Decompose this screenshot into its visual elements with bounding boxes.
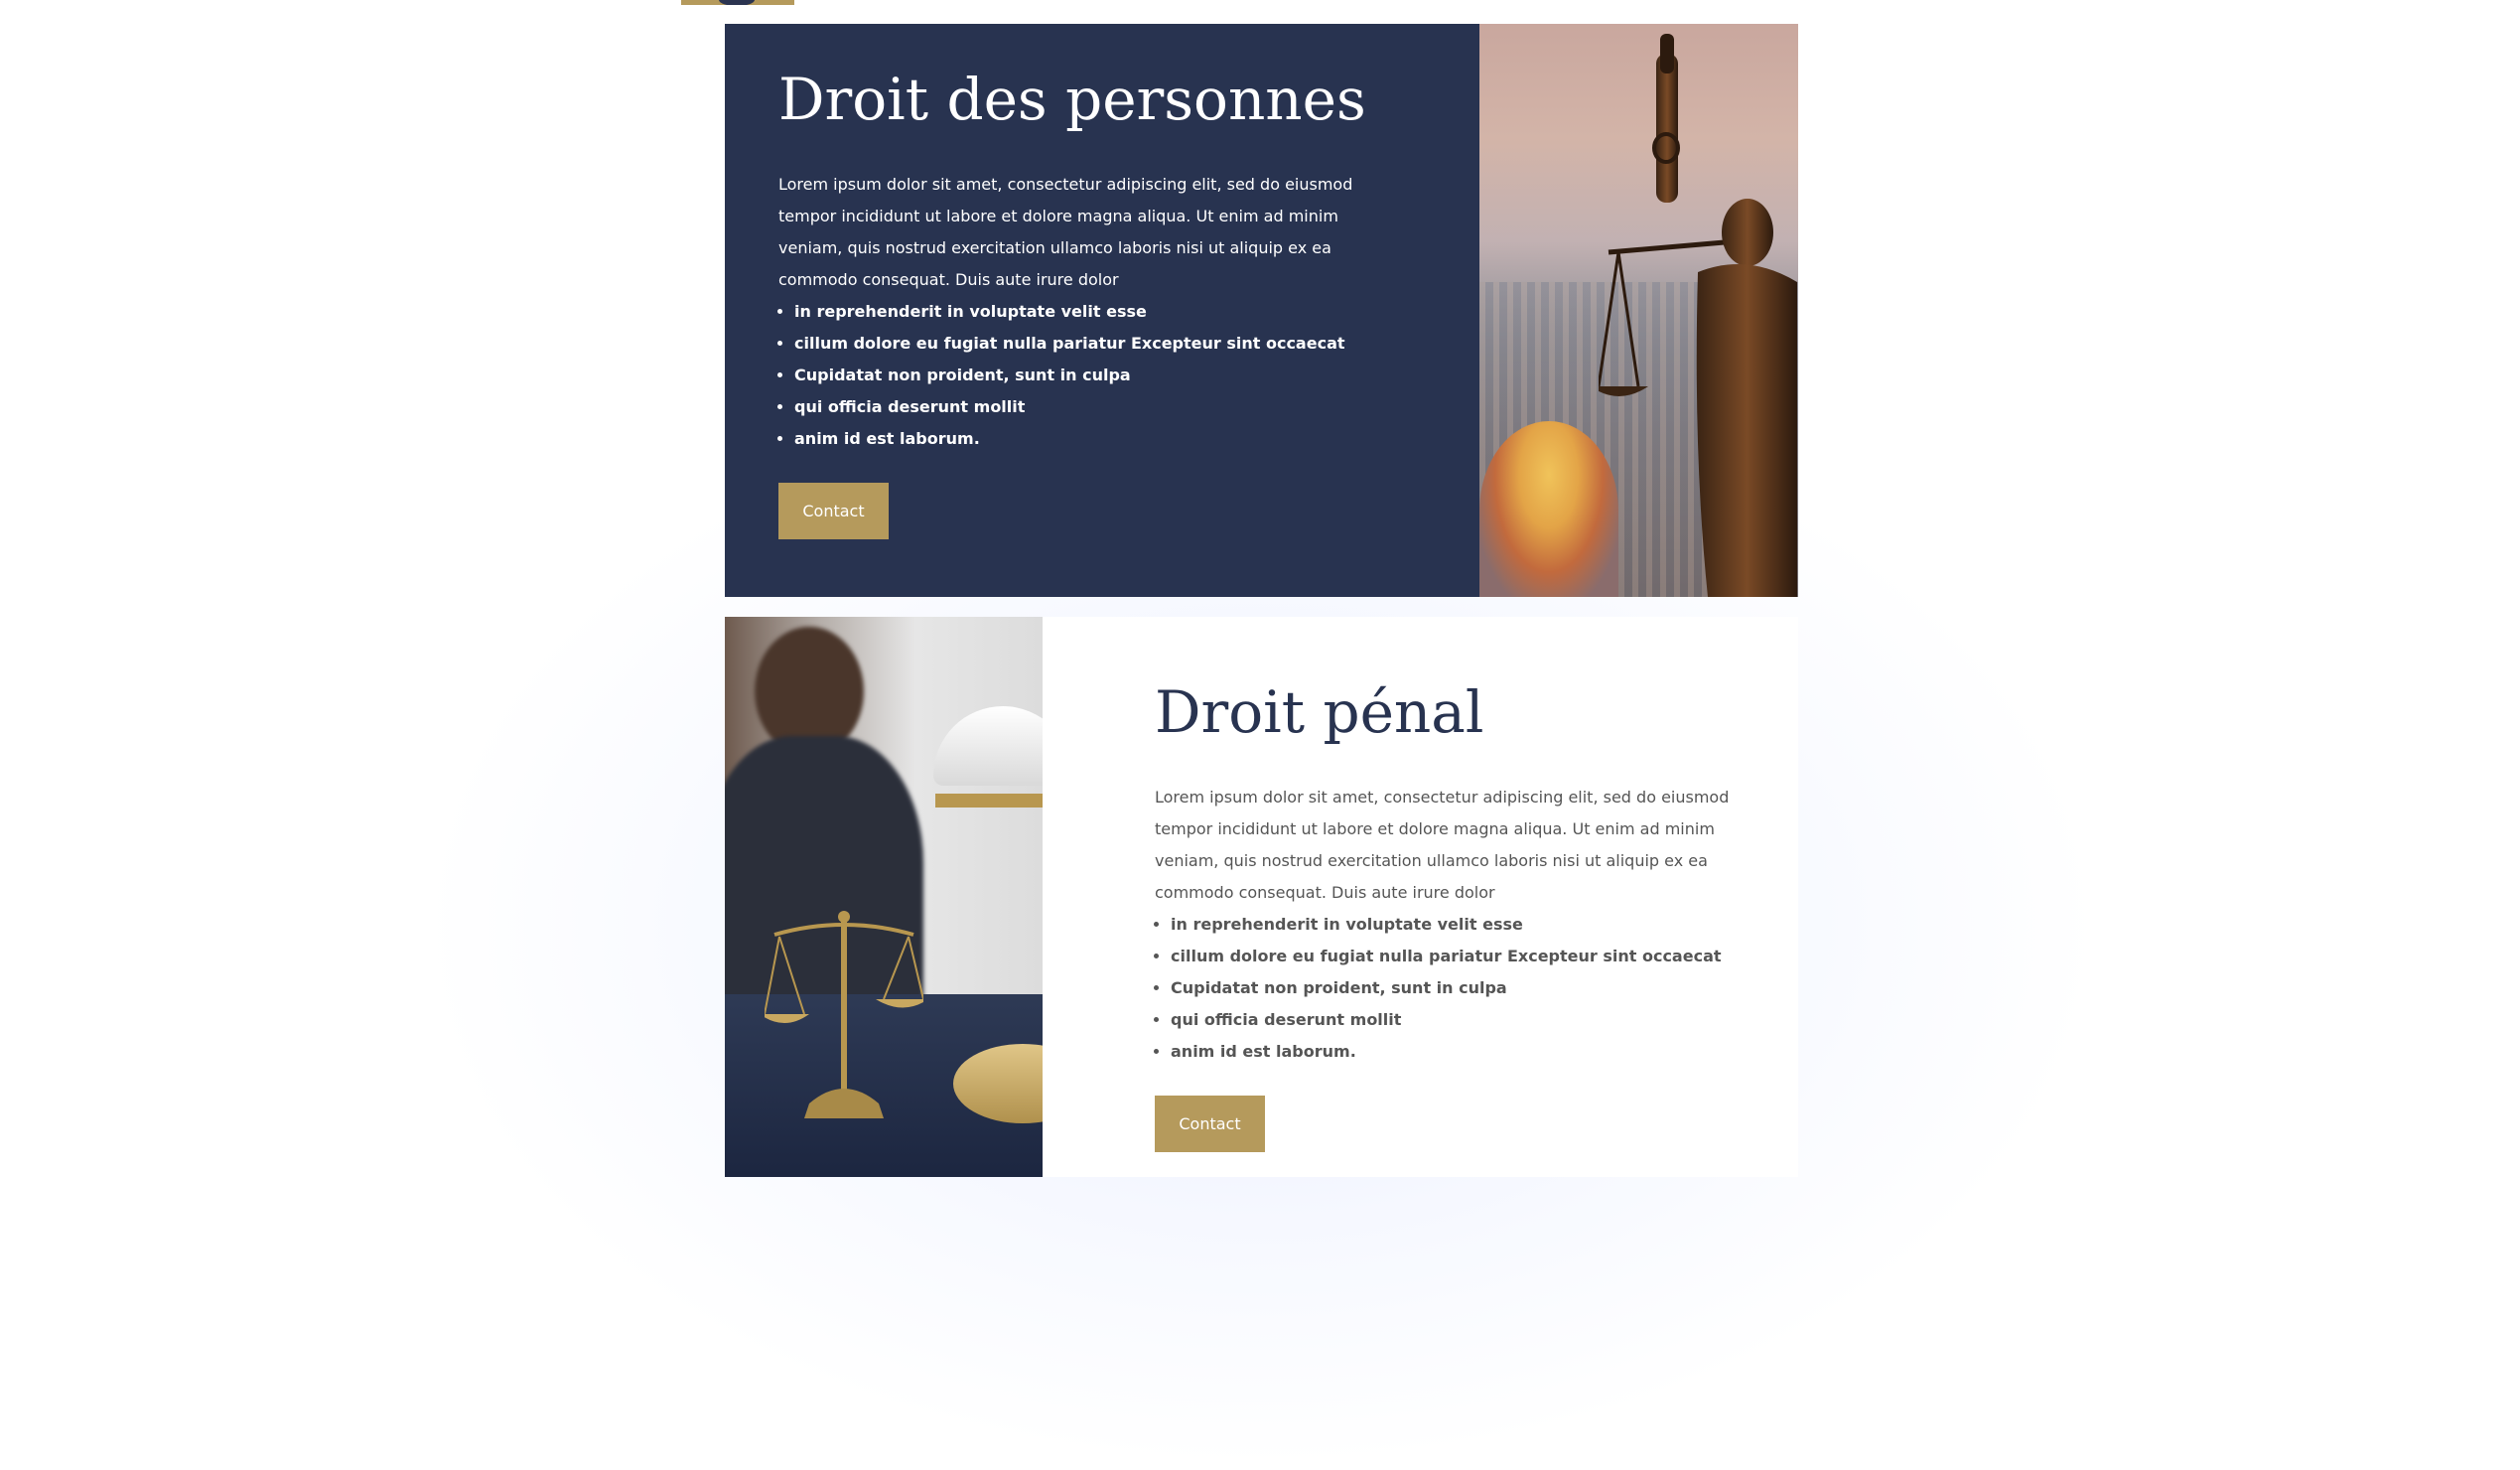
bullet-list: in reprehenderit in voluptate velit esse…: [1155, 909, 1770, 1068]
list-item: in reprehenderit in voluptate velit esse: [794, 296, 1414, 328]
list-item: anim id est laborum.: [1171, 1036, 1770, 1068]
lady-justice-statue: [1599, 34, 1797, 597]
brass-scales: [765, 911, 923, 1118]
section-droit-des-personnes: Droit des personnes Lorem ipsum dolor si…: [725, 24, 1798, 597]
desk-lamp-shade: [933, 706, 1043, 786]
section-paragraph: Lorem ipsum dolor sit amet, consectetur …: [1155, 787, 1730, 902]
contact-button[interactable]: Contact: [778, 482, 889, 539]
list-item: qui officia deserunt mollit: [794, 391, 1414, 423]
section-droit-penal: Droit pénal Lorem ipsum dolor sit amet, …: [725, 617, 1798, 1177]
dome-building: [1479, 421, 1618, 597]
list-item: in reprehenderit in voluptate velit esse: [1171, 909, 1770, 941]
section-title: Droit pénal: [1155, 678, 1484, 746]
lawyer-scales-image: [725, 617, 1043, 1177]
list-item: qui officia deserunt mollit: [1171, 1004, 1770, 1036]
section-paragraph: Lorem ipsum dolor sit amet, consectetur …: [778, 174, 1353, 289]
list-item: Cupidatat non proident, sunt in culpa: [794, 360, 1414, 391]
header-image-fragment: [681, 0, 794, 5]
contact-button[interactable]: Contact: [1155, 1095, 1265, 1152]
section-title: Droit des personnes: [778, 66, 1366, 133]
list-item: cillum dolore eu fugiat nulla pariatur E…: [1171, 941, 1770, 972]
section-content: Droit des personnes Lorem ipsum dolor si…: [778, 66, 1414, 539]
bullet-list: in reprehenderit in voluptate velit esse…: [778, 296, 1414, 455]
list-item: anim id est laborum.: [794, 423, 1414, 455]
section-content: Droit pénal Lorem ipsum dolor sit amet, …: [1155, 678, 1770, 1152]
list-item: Cupidatat non proident, sunt in culpa: [1171, 972, 1770, 1004]
desk-lamp-ring: [935, 794, 1043, 808]
justice-statue-image: [1479, 24, 1798, 597]
list-item: cillum dolore eu fugiat nulla pariatur E…: [794, 328, 1414, 360]
